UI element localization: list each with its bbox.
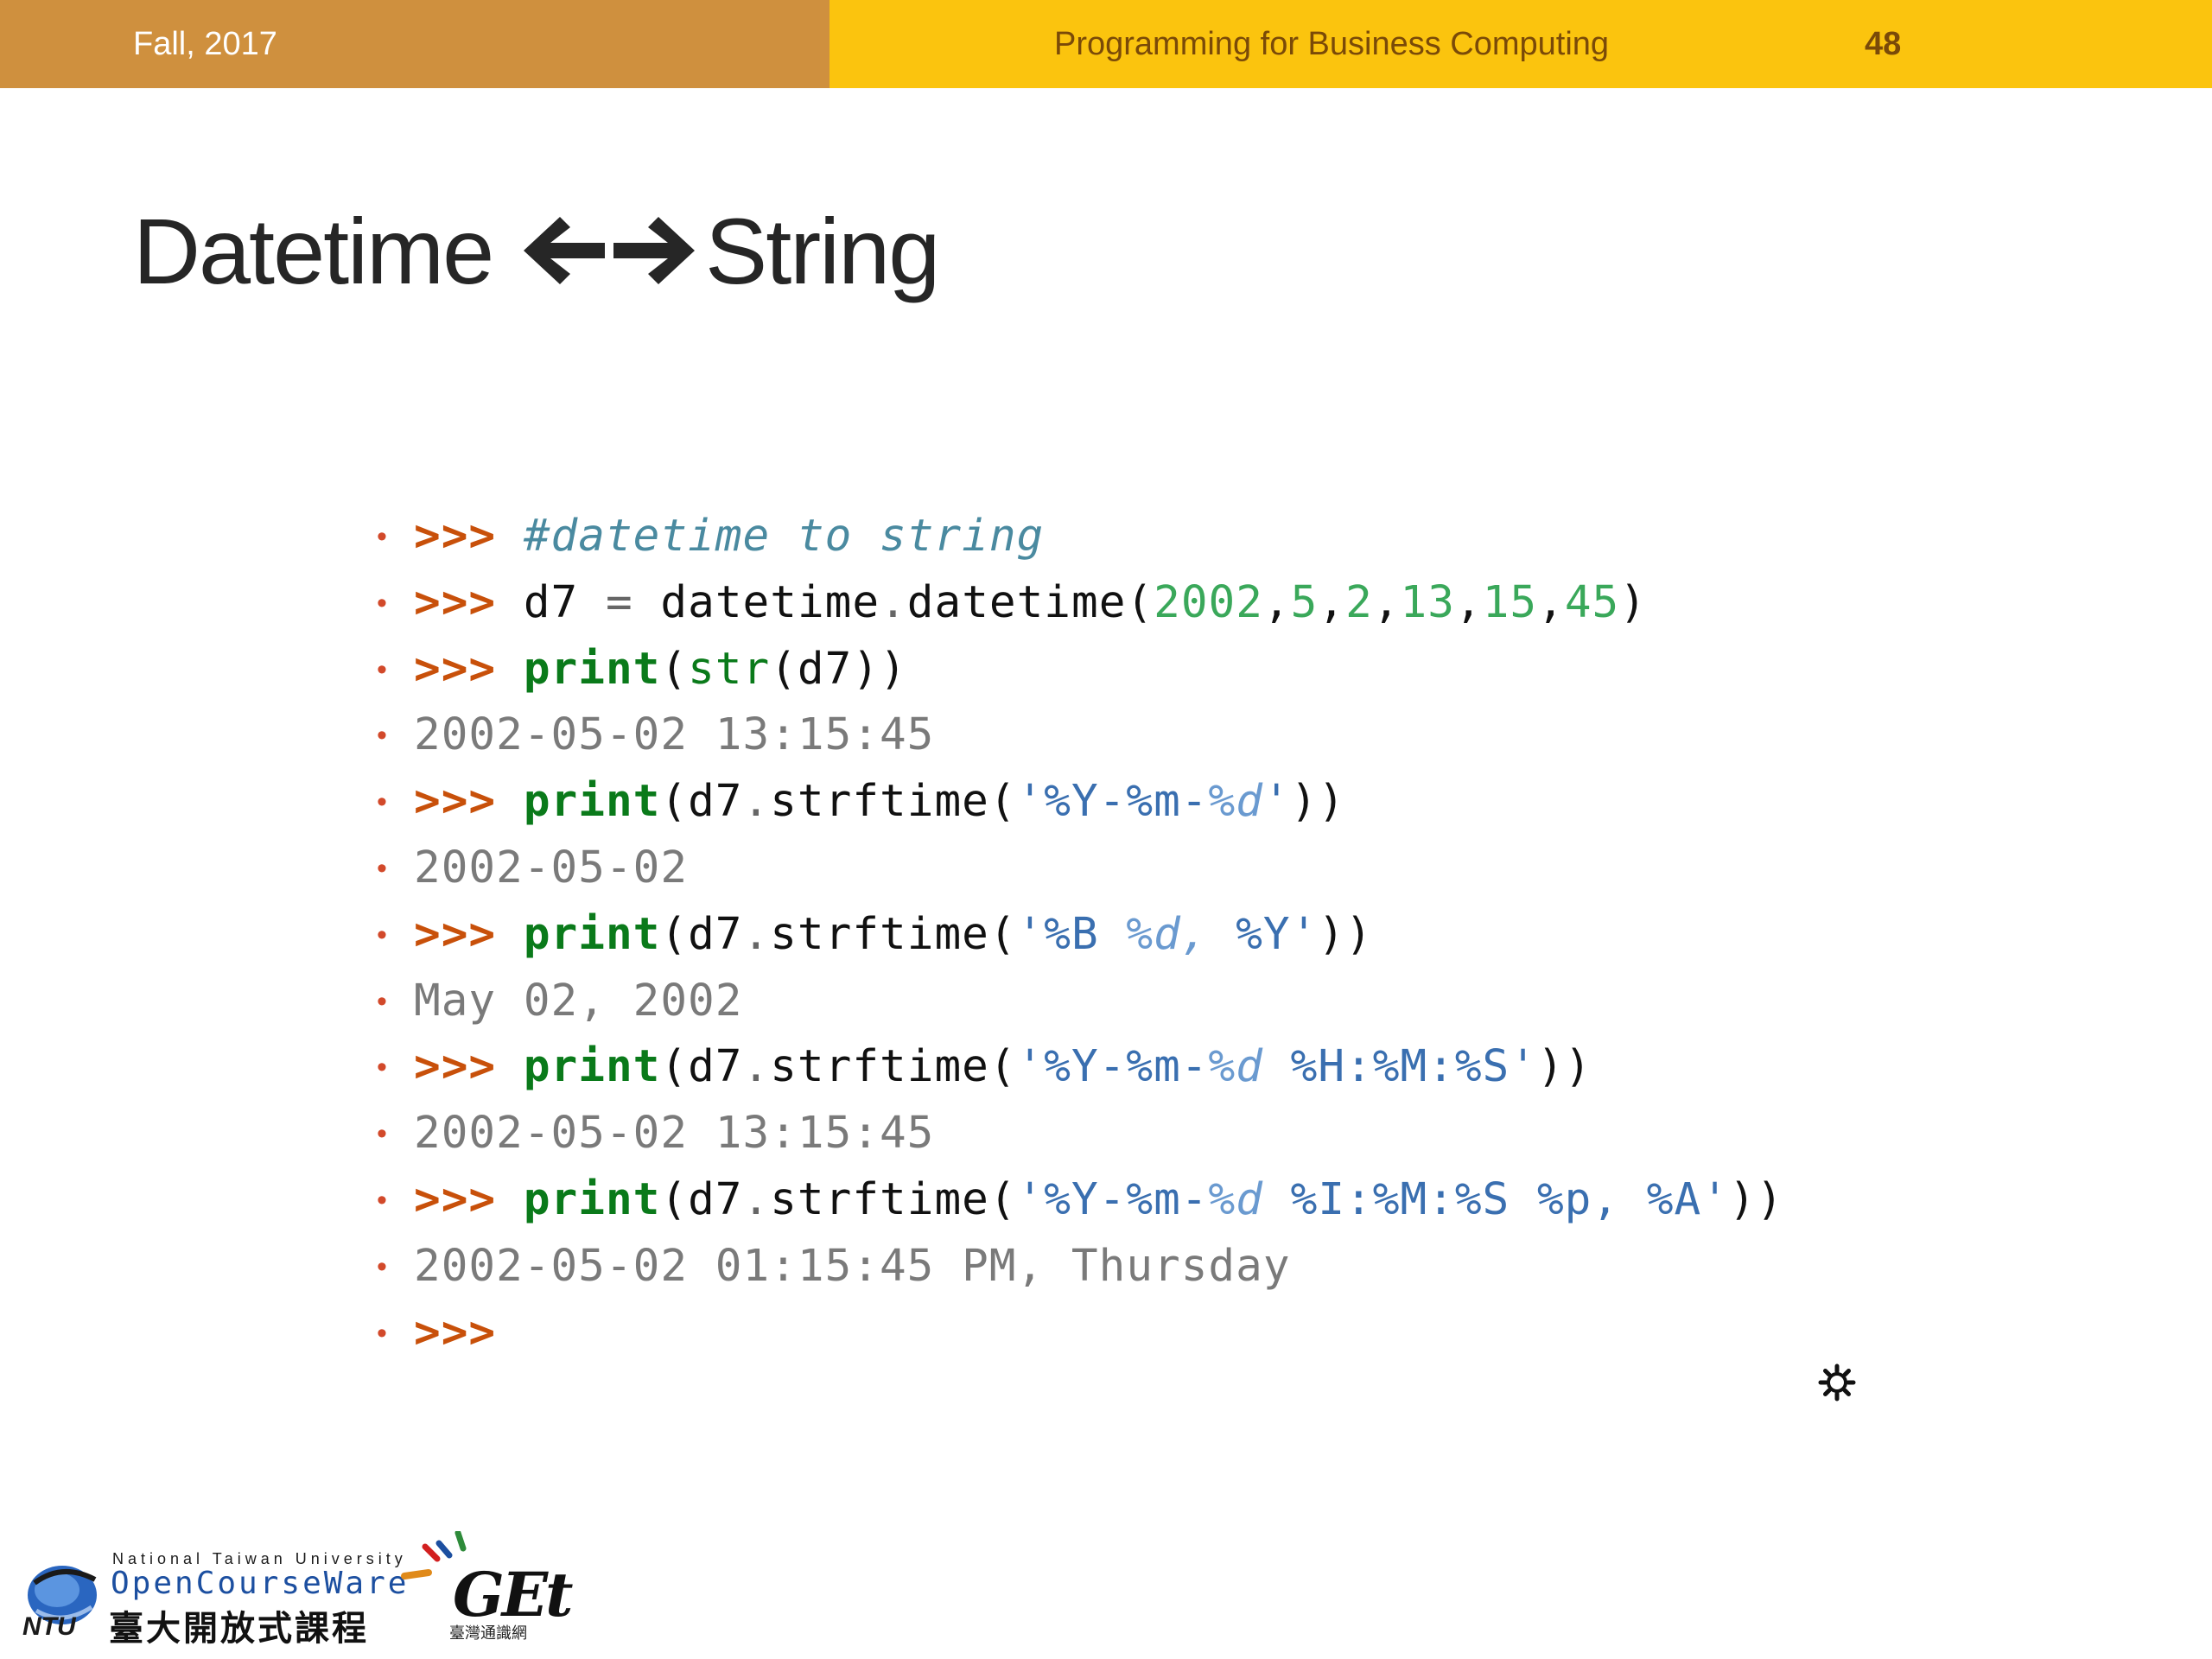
code-line-2: • >>> d7 = datetime.datetime(2002,5,2,13… [377, 570, 1646, 637]
code-comment: #datetime to string [523, 511, 1045, 562]
bullet-icon: • [377, 918, 388, 951]
bullet-icon: • [377, 1316, 388, 1350]
code-listing: • >>> #datetime to string • >>> d7 = dat… [377, 504, 1783, 1367]
code-line-10: • 2002-05-02 13:15:45 [377, 1101, 933, 1167]
code-output: 2002-05-02 [414, 842, 689, 893]
prompt: >>> [414, 511, 497, 562]
code-line-8: • May 02, 2002 [377, 969, 741, 1035]
code-line-9: • >>> print(d7.strftime('%Y-%m-%d %H:%M:… [377, 1034, 1591, 1101]
code-output: 2002-05-02 13:15:45 [414, 1108, 935, 1160]
bullet-icon: • [377, 652, 388, 686]
get-logo-icon: GEt 臺灣通識網 [399, 1531, 573, 1643]
bullet-icon: • [377, 719, 388, 753]
code-output: 2002-05-02 01:15:45 PM, Thursday [414, 1240, 1291, 1292]
prompt: >>> [414, 1306, 497, 1358]
ocw-chinese-name: 臺大開放式課程 [109, 1608, 369, 1649]
ocw-name: OpenCourseWare [111, 1566, 410, 1601]
slide-title: Datetime String [133, 198, 940, 303]
prompt: >>> [414, 1173, 497, 1225]
bullet-icon: • [377, 1249, 388, 1283]
code-line-13: • >>> [377, 1300, 495, 1367]
code-output: 2002-05-02 13:15:45 [414, 709, 935, 761]
ntu-mark-text: NTU [22, 1612, 76, 1641]
code-line-4: • 2002-05-02 13:15:45 [377, 702, 933, 769]
code-output: May 02, 2002 [414, 975, 743, 1027]
title-right-word: String [705, 198, 940, 303]
code-line-12: • 2002-05-02 01:15:45 PM, Thursday [377, 1234, 1290, 1300]
slide-header: Fall, 2017 Programming for Business Comp… [0, 0, 2212, 88]
ntu-logo-icon: NTU [19, 1557, 105, 1643]
prompt: >>> [414, 576, 497, 628]
header-course-title: Programming for Business Computing [1054, 26, 1610, 62]
code-line-11: • >>> print(d7.strftime('%Y-%m-%d %I:%M:… [377, 1167, 1783, 1234]
code-line-1: • >>> #datetime to string [377, 504, 1043, 570]
bullet-icon: • [377, 785, 388, 819]
bullet-icon: • [377, 1051, 388, 1084]
prompt: >>> [414, 776, 497, 828]
header-left-band: Fall, 2017 [0, 0, 830, 88]
footer-logos: NTU National Taiwan University OpenCours… [19, 1531, 573, 1649]
bullet-icon: • [377, 1117, 388, 1151]
header-right-band: Programming for Business Computing 48 [830, 0, 2212, 88]
bullet-icon: • [377, 851, 388, 885]
code-line-6: • 2002-05-02 [377, 836, 687, 902]
code-line-3: • >>> print(str(d7)) [377, 637, 906, 703]
code-line-7: • >>> print(d7.strftime('%B %d, %Y')) [377, 902, 1372, 969]
prompt: >>> [414, 643, 497, 695]
bullet-icon: • [377, 984, 388, 1018]
code-line-5: • >>> print(d7.strftime('%Y-%m-%d')) [377, 769, 1344, 836]
get-logo-text: GEt [453, 1559, 573, 1630]
prompt: >>> [414, 908, 497, 960]
header-date: Fall, 2017 [133, 26, 277, 62]
page-number: 48 [1865, 26, 1902, 62]
title-left-word: Datetime [133, 198, 494, 303]
gear-icon[interactable] [1818, 1363, 1856, 1402]
bullet-icon: • [377, 1183, 388, 1217]
bullet-icon: • [377, 520, 388, 553]
prompt: >>> [414, 1041, 497, 1093]
bullet-icon: • [377, 586, 388, 620]
left-right-arrows-icon [518, 212, 700, 289]
get-logo-subtitle: 臺灣通識網 [449, 1624, 527, 1642]
